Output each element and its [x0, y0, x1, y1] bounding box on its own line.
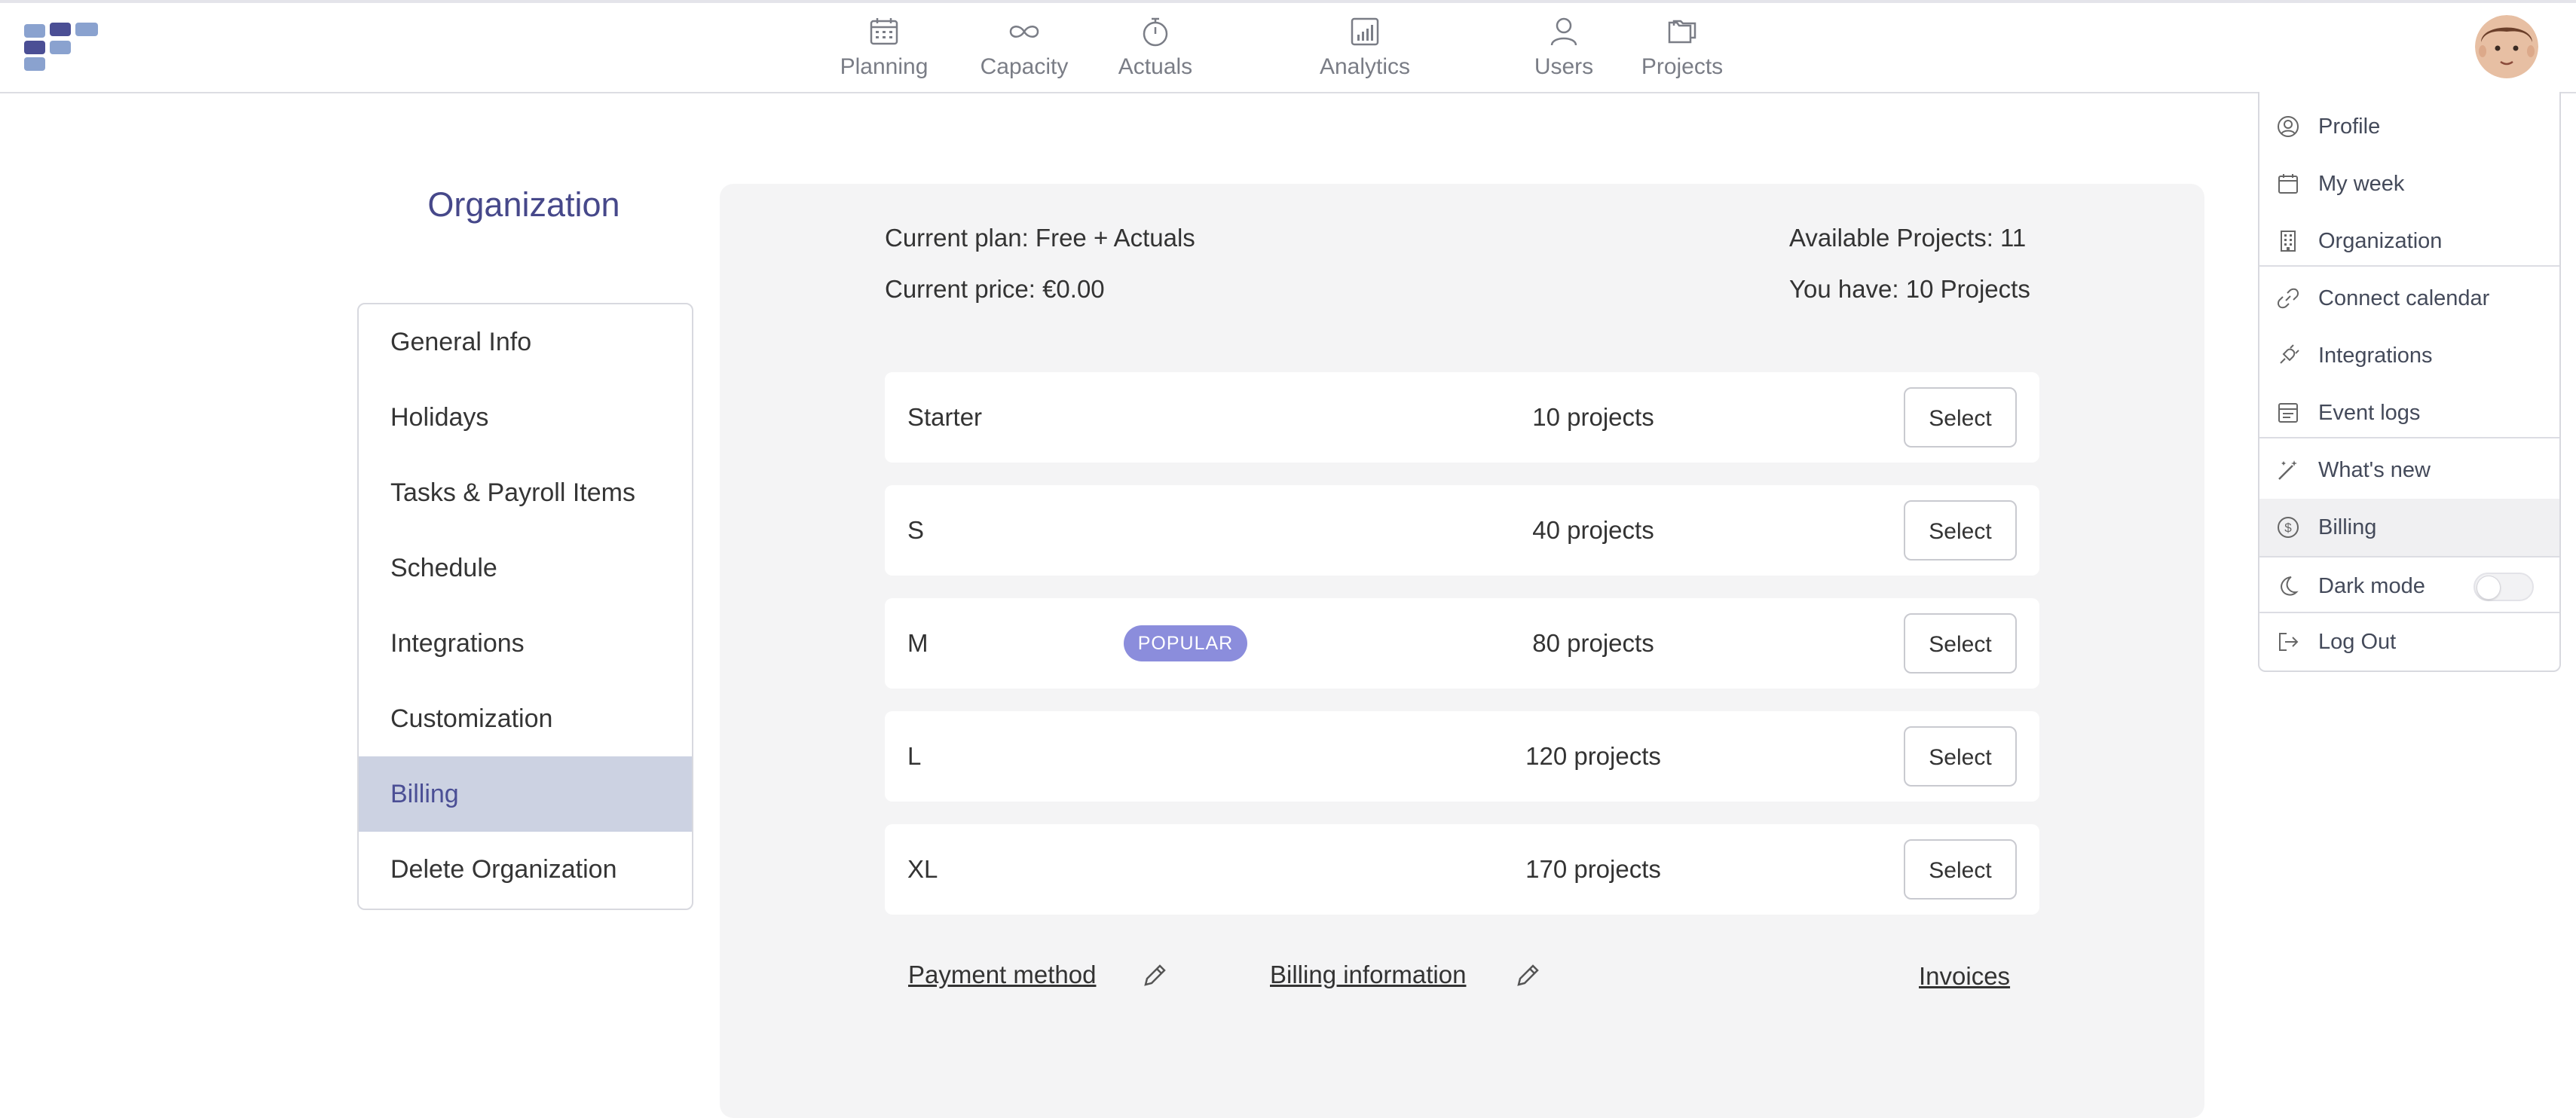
side-item-billing[interactable]: Billing	[359, 756, 692, 832]
toggle-knob	[2477, 576, 2501, 600]
nav-projects[interactable]: Projects	[1614, 15, 1750, 84]
tier-name: S	[907, 516, 925, 544]
dropdown-label: What's new	[2318, 458, 2431, 482]
dropdown-item-profile[interactable]: Profile	[2259, 98, 2559, 155]
dropdown-divider	[2259, 437, 2559, 438]
dropdown-label: My week	[2318, 172, 2405, 196]
account-dropdown: Profile My week Organization Connect cal…	[2258, 92, 2561, 672]
dropdown-label: Log Out	[2318, 630, 2397, 654]
app-logo[interactable]	[24, 23, 102, 72]
dollar-circle-icon: $	[2278, 517, 2299, 538]
dropdown-label: Integrations	[2318, 344, 2433, 368]
current-plan: Current plan: Free + Actuals	[885, 224, 1195, 252]
nav-planning-label: Planning	[840, 54, 929, 79]
popular-badge: POPULAR	[1124, 625, 1247, 661]
dropdown-label: Billing	[2318, 515, 2377, 539]
calendar-icon	[2278, 174, 2298, 194]
user-avatar[interactable]	[2475, 15, 2538, 78]
tier-row-starter: Starter 10 projects Select	[885, 372, 2039, 463]
dropdown-item-organization[interactable]: Organization	[2259, 212, 2559, 270]
select-button[interactable]: Select	[1904, 839, 2017, 900]
org-side-menu: General Info Holidays Tasks & Payroll It…	[357, 303, 693, 910]
infinity-icon	[1009, 26, 1039, 38]
tier-name: XL	[907, 855, 938, 883]
edit-billing-pencil-icon[interactable]	[1513, 961, 1543, 991]
available-projects: Available Projects: 11	[1789, 224, 2027, 252]
dropdown-item-event-logs[interactable]: Event logs	[2259, 384, 2559, 441]
dropdown-item-billing[interactable]: $ Billing	[2259, 499, 2559, 556]
dropdown-item-my-week[interactable]: My week	[2259, 155, 2559, 212]
user-circle-icon	[2278, 116, 2299, 137]
top-ruler	[0, 0, 2576, 3]
side-item-schedule[interactable]: Schedule	[359, 530, 692, 606]
tier-name: M	[907, 629, 929, 657]
nav-planning[interactable]: Planning	[816, 15, 952, 84]
side-item-tasks-payroll[interactable]: Tasks & Payroll Items	[359, 455, 692, 530]
svg-text:$: $	[2284, 521, 2292, 535]
invoices-link[interactable]: Invoices	[1919, 962, 2010, 991]
magic-wand-icon	[2278, 460, 2297, 480]
tier-projects: 40 projects	[1532, 516, 1654, 544]
dropdown-label: Organization	[2318, 229, 2443, 253]
tier-row-xl: XL 170 projects Select	[885, 824, 2039, 915]
dropdown-item-integrations[interactable]: Integrations	[2259, 327, 2559, 384]
side-item-customization[interactable]: Customization	[359, 681, 692, 756]
side-item-general-info[interactable]: General Info	[359, 304, 692, 380]
tier-projects: 80 projects	[1532, 629, 1654, 657]
nav-projects-label: Projects	[1641, 54, 1724, 79]
moon-icon	[2281, 576, 2299, 596]
dropdown-divider	[2259, 265, 2559, 267]
dropdown-label: Event logs	[2318, 401, 2421, 425]
logout-icon	[2279, 633, 2299, 651]
dropdown-label: Connect calendar	[2318, 286, 2490, 310]
nav-users[interactable]: Users	[1496, 15, 1632, 84]
tier-projects: 170 projects	[1525, 855, 1661, 883]
tier-name: Starter	[907, 403, 983, 431]
current-price: Current price: €0.00	[885, 275, 1105, 303]
top-bar: Planning Capacity Actuals Analytics User…	[0, 0, 2576, 93]
side-item-integrations[interactable]: Integrations	[359, 606, 692, 681]
tier-projects: 120 projects	[1525, 742, 1661, 770]
payment-method-link[interactable]: Payment method	[908, 961, 1096, 989]
select-button[interactable]: Select	[1904, 726, 2017, 787]
nav-analytics-label: Analytics	[1319, 54, 1411, 79]
dropdown-item-dark-mode[interactable]: Dark mode	[2259, 557, 2559, 615]
nav-capacity[interactable]: Capacity	[956, 15, 1092, 84]
you-have-projects: You have: 10 Projects	[1789, 275, 2030, 303]
link-icon	[2277, 288, 2299, 309]
avatar-face-icon	[2475, 15, 2538, 78]
dropdown-label: Dark mode	[2318, 574, 2425, 598]
side-item-holidays[interactable]: Holidays	[359, 380, 692, 455]
nav-actuals-label: Actuals	[1118, 54, 1193, 79]
tier-projects: 10 projects	[1532, 403, 1654, 431]
dropdown-item-whats-new[interactable]: What's new	[2259, 441, 2559, 499]
side-item-delete-organization[interactable]: Delete Organization	[359, 832, 692, 907]
folders-icon	[1668, 20, 1696, 44]
log-icon	[2278, 403, 2298, 423]
tier-row-s: S 40 projects Select	[885, 485, 2039, 576]
nav-analytics[interactable]: Analytics	[1297, 15, 1433, 84]
plug-icon	[2280, 344, 2299, 364]
page-title: Organization	[427, 185, 620, 224]
user-icon	[1550, 17, 1577, 46]
dropdown-item-connect-calendar[interactable]: Connect calendar	[2259, 270, 2559, 327]
nav-capacity-label: Capacity	[980, 54, 1069, 79]
dropdown-item-log-out[interactable]: Log Out	[2259, 613, 2559, 670]
nav-users-label: Users	[1534, 54, 1594, 79]
dark-mode-toggle[interactable]	[2474, 573, 2534, 601]
dropdown-label: Profile	[2318, 115, 2381, 139]
calendar-icon	[870, 18, 898, 45]
select-button[interactable]: Select	[1904, 500, 2017, 561]
select-button[interactable]: Select	[1904, 387, 2017, 448]
tier-row-l: L 120 projects Select	[885, 711, 2039, 802]
select-button[interactable]: Select	[1904, 613, 2017, 674]
edit-payment-pencil-icon[interactable]	[1140, 961, 1170, 991]
bar-chart-icon	[1351, 17, 1379, 46]
billing-information-link[interactable]: Billing information	[1270, 961, 1466, 989]
tier-row-m: M POPULAR 80 projects Select	[885, 598, 2039, 689]
nav-actuals[interactable]: Actuals	[1088, 15, 1223, 84]
building-icon	[2281, 231, 2296, 252]
tier-name: L	[907, 742, 922, 770]
stopwatch-icon	[1143, 17, 1168, 47]
